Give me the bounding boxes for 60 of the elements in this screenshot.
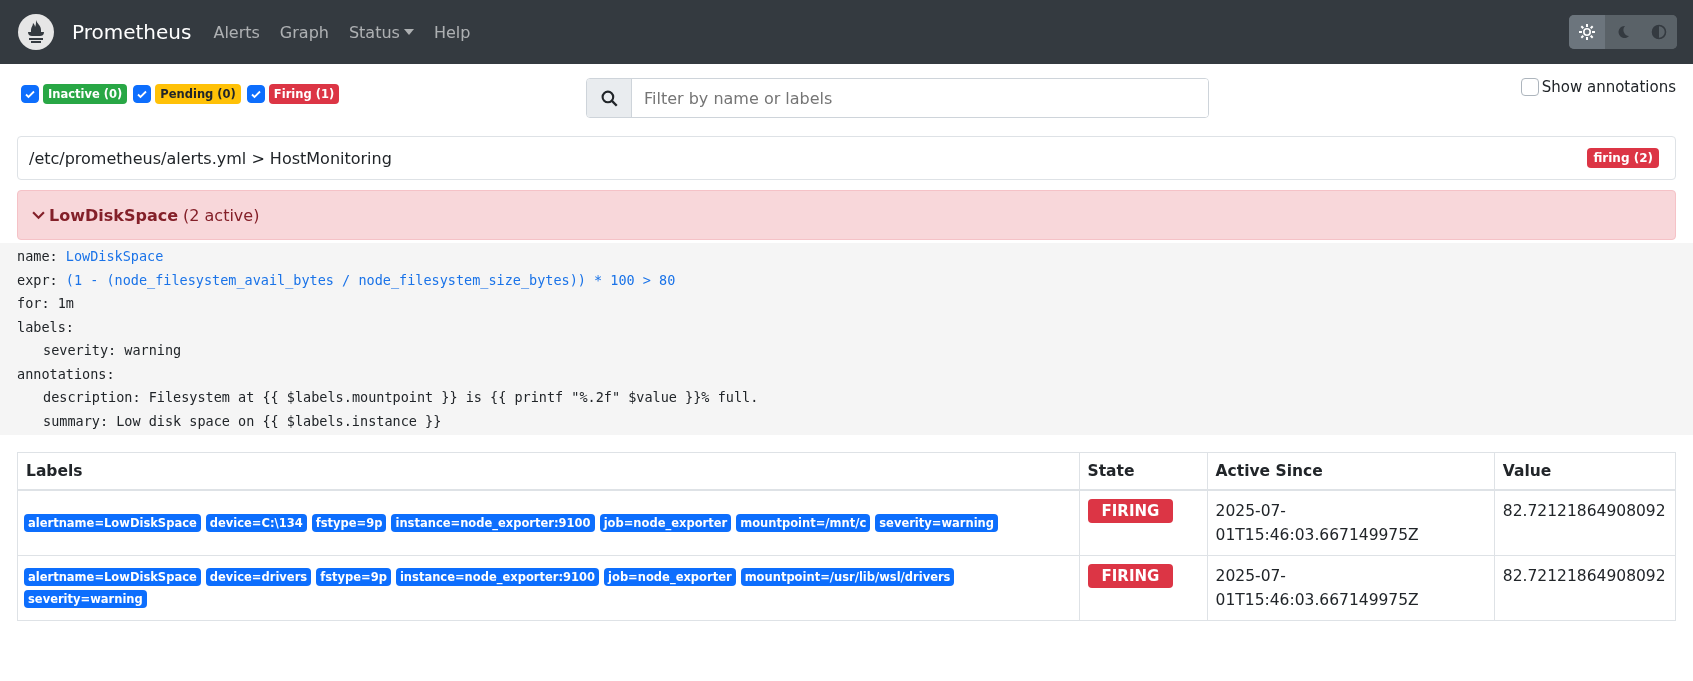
definition-line: description: Filesystem at {{ $labels.mountpoint }} is {{ printf "%.2f" $value }}% full. (43, 388, 759, 407)
sun-icon (1579, 24, 1595, 40)
label-badge: fstype=9p (316, 568, 391, 586)
definition-line: labels: (17, 317, 74, 337)
label-badge: severity=warning (875, 514, 999, 532)
label-badge: severity=warning (24, 590, 147, 608)
nav-link[interactable]: Status (348, 22, 414, 42)
definition-line: name: LowDiskSpace (17, 247, 164, 266)
definition-line: expr: (1 - (node_filesystem_avail_bytes / node_filesystem_size_bytes)) * 100 > 80 (17, 270, 676, 291)
checkbox-label[interactable]: Show annotations (1541, 78, 1676, 96)
label-badge: job=node_exporter (604, 568, 736, 586)
group-path: /etc/prometheus/alerts.yml > HostMonitoring (29, 148, 392, 168)
label-badge: alertname=LowDiskSpace (24, 514, 201, 532)
label-badge: alertname=LowDiskSpace (24, 568, 201, 586)
brand-title[interactable]: Prometheus (72, 20, 192, 44)
search-field[interactable]: Filter by name or labels (586, 78, 1209, 118)
alert-rule-header[interactable]: LowDiskSpace (2 active) (17, 190, 1676, 240)
search-icon (587, 79, 632, 117)
label-badge: device=C:\134 (205, 514, 307, 532)
column-header: State (1079, 452, 1208, 490)
label-badge: mountpoint=/usr/lib/wsl/drivers (740, 568, 955, 586)
checkbox[interactable] (1520, 78, 1539, 96)
column-header: Labels (17, 452, 1080, 490)
label-badge: device=drivers (205, 568, 312, 586)
firing-count-badge: firing (2) (1587, 148, 1659, 168)
contrast-icon (1651, 24, 1667, 40)
table-cell: 82.72121864908092 (1502, 567, 1666, 585)
label-badge: fstype=9p (311, 514, 387, 532)
label-badge: job=node_exporter (599, 514, 732, 532)
state-filter-badge[interactable]: Inactive (0) (43, 84, 128, 104)
table-cell-text: 2025-07-01T15:46:03.667149975Z (1215, 566, 1420, 611)
nav-link[interactable]: Help (433, 22, 471, 42)
theme-button[interactable] (1569, 15, 1605, 49)
nav-link[interactable]: Graph (279, 22, 329, 42)
caret-icon (403, 29, 414, 35)
checkbox[interactable] (21, 85, 39, 103)
state-filter-badge[interactable]: Pending (0) (155, 84, 241, 104)
state-badge: FIRING (1087, 499, 1174, 523)
table-cell: 82.72121864908092 (1502, 502, 1666, 520)
state-badge: FIRING (1087, 564, 1174, 588)
active-count: (2 active) (183, 205, 260, 225)
nav-link[interactable]: Alerts (213, 22, 260, 42)
label-badge: instance=node_exporter:9100 (395, 568, 600, 586)
definition-line: annotations: (17, 364, 115, 384)
label-badge: instance=node_exporter:9100 (391, 514, 595, 532)
flame-logo-icon[interactable] (18, 14, 54, 50)
label-badge: mountpoint=/mnt/c (736, 514, 871, 532)
checkbox[interactable] (246, 85, 265, 103)
table-cell-text: 2025-07-01T15:46:03.667149975Z (1215, 501, 1420, 546)
checkmark-icon (249, 88, 262, 100)
column-header: Value (1494, 452, 1676, 490)
checkbox[interactable] (133, 85, 152, 103)
checkmark-icon (136, 88, 149, 100)
definition-line: summary: Low disk space on {{ $labels.instance }} (43, 411, 442, 431)
definition-line: severity: warning (43, 341, 182, 360)
state-filter-badge[interactable]: Firing (1) (268, 84, 340, 104)
rule-name: LowDiskSpace (49, 205, 178, 225)
definition-line: for: 1m (17, 294, 74, 313)
column-header: Active Since (1207, 452, 1495, 490)
checkmark-icon (24, 88, 36, 100)
